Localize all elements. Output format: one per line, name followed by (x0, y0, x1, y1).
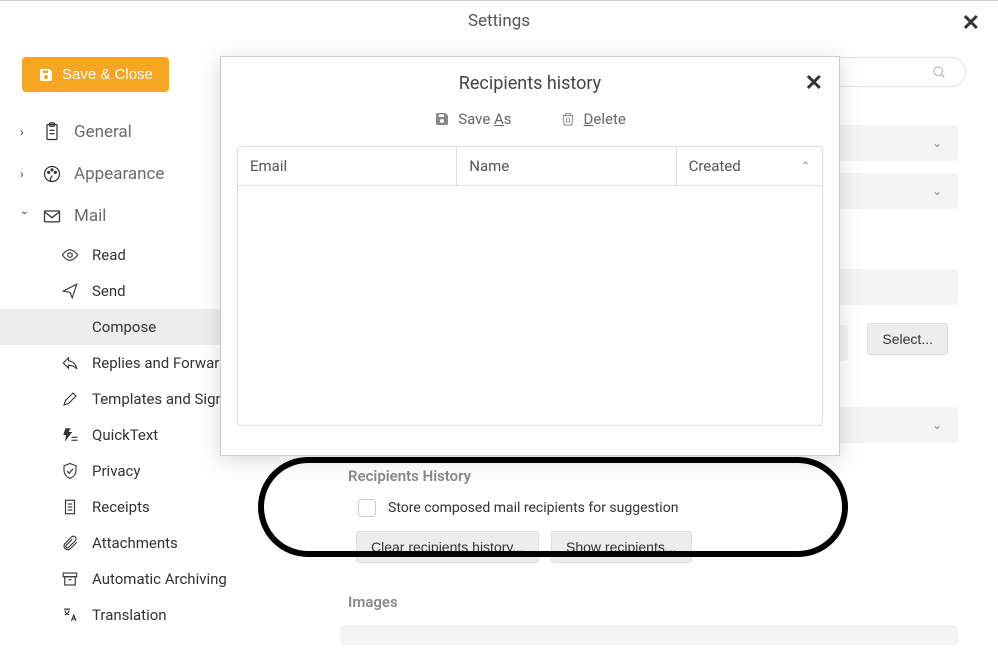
pen-icon (61, 390, 79, 408)
sidebar-cat-label: General (74, 122, 132, 142)
settings-window: Settings ✕ Save & Close › General › Appe… (0, 0, 998, 667)
send-icon (61, 282, 79, 300)
sidebar-sub-label: QuickText (92, 426, 158, 444)
paperclip-icon (61, 534, 79, 552)
sidebar-sub-label: Send (92, 282, 126, 300)
sidebar-cat-label: Appearance (74, 164, 164, 184)
modal-close-icon[interactable]: ✕ (805, 71, 823, 96)
save-icon (38, 67, 54, 83)
clipboard-icon (42, 122, 62, 142)
lightning-text-icon (61, 426, 79, 444)
images-section-label: Images (348, 593, 958, 611)
sidebar-sub-attachments[interactable]: Attachments (0, 525, 300, 561)
save-as-label: Save As (458, 110, 511, 128)
sidebar-sub-translation[interactable]: Translation (0, 597, 300, 633)
reply-icon (61, 354, 79, 372)
translate-icon (61, 606, 79, 624)
sidebar-cat-label: Mail (74, 206, 106, 226)
chevron-down-icon: ⌄ (932, 418, 942, 432)
chevron-down-icon: ⌄ (932, 136, 942, 150)
eye-icon (61, 246, 79, 264)
sidebar-sub-label: Attachments (92, 534, 178, 552)
receipt-icon (61, 498, 79, 516)
images-field-partial (340, 625, 958, 645)
chevron-down-icon: ⌄ (932, 184, 942, 198)
sidebar-sub-label: Compose (92, 318, 156, 336)
sidebar-sub-label: Receipts (92, 498, 150, 516)
sidebar-sub-label: Translation (92, 606, 167, 624)
sidebar-sub-label: Privacy (92, 462, 140, 480)
archive-icon (61, 570, 79, 588)
sidebar-sub-privacy[interactable]: Privacy (0, 453, 300, 489)
col-email[interactable]: Email (238, 147, 457, 185)
settings-title-text: Settings (468, 11, 530, 31)
store-recipients-checkbox-row[interactable]: Store composed mail recipients for sugge… (358, 499, 958, 517)
chevron-right-icon: › (20, 125, 30, 139)
delete-label: Delete (584, 110, 626, 128)
envelope-icon (42, 206, 62, 226)
chevron-down-icon: › (18, 211, 32, 221)
sidebar-sub-archiving[interactable]: Automatic Archiving (0, 561, 300, 597)
col-created[interactable]: Created⌃ (677, 147, 822, 185)
palette-icon (42, 164, 62, 184)
clear-recipients-button[interactable]: Clear recipients history... (356, 531, 539, 563)
recipients-history-modal: Recipients history ✕ Save As Delete Emai… (220, 56, 840, 456)
delete-button[interactable]: Delete (560, 110, 626, 128)
checkbox-icon[interactable] (358, 499, 376, 517)
shield-icon (61, 462, 79, 480)
save-close-button[interactable]: Save & Close (22, 57, 169, 92)
pencil-icon (61, 318, 79, 336)
recipients-history-section-label: Recipients History (348, 467, 958, 485)
col-name[interactable]: Name (457, 147, 676, 185)
save-close-label: Save & Close (62, 66, 153, 83)
settings-title: Settings ✕ (0, 1, 998, 41)
select-button[interactable]: Select... (867, 323, 948, 355)
save-icon (434, 111, 450, 127)
trash-icon (560, 111, 576, 127)
modal-title: Recipients history (221, 57, 839, 110)
save-as-button[interactable]: Save As (434, 110, 511, 128)
sort-asc-icon: ⌃ (801, 160, 810, 173)
recipients-table: Email Name Created⌃ (237, 146, 823, 426)
chevron-right-icon: › (20, 167, 30, 181)
settings-close-icon[interactable]: ✕ (962, 11, 980, 36)
show-recipients-button[interactable]: Show recipients... (551, 531, 692, 563)
store-recipients-label: Store composed mail recipients for sugge… (388, 500, 678, 516)
select-button-label: Select... (882, 331, 933, 347)
sidebar-sub-label: Replies and Forwards (92, 354, 235, 372)
show-recipients-label: Show recipients... (566, 539, 677, 555)
sidebar-sub-receipts[interactable]: Receipts (0, 489, 300, 525)
clear-recipients-label: Clear recipients history... (371, 539, 524, 555)
sidebar-sub-label: Automatic Archiving (92, 570, 227, 588)
table-header-row: Email Name Created⌃ (238, 147, 822, 186)
sidebar-sub-label: Read (92, 246, 126, 264)
